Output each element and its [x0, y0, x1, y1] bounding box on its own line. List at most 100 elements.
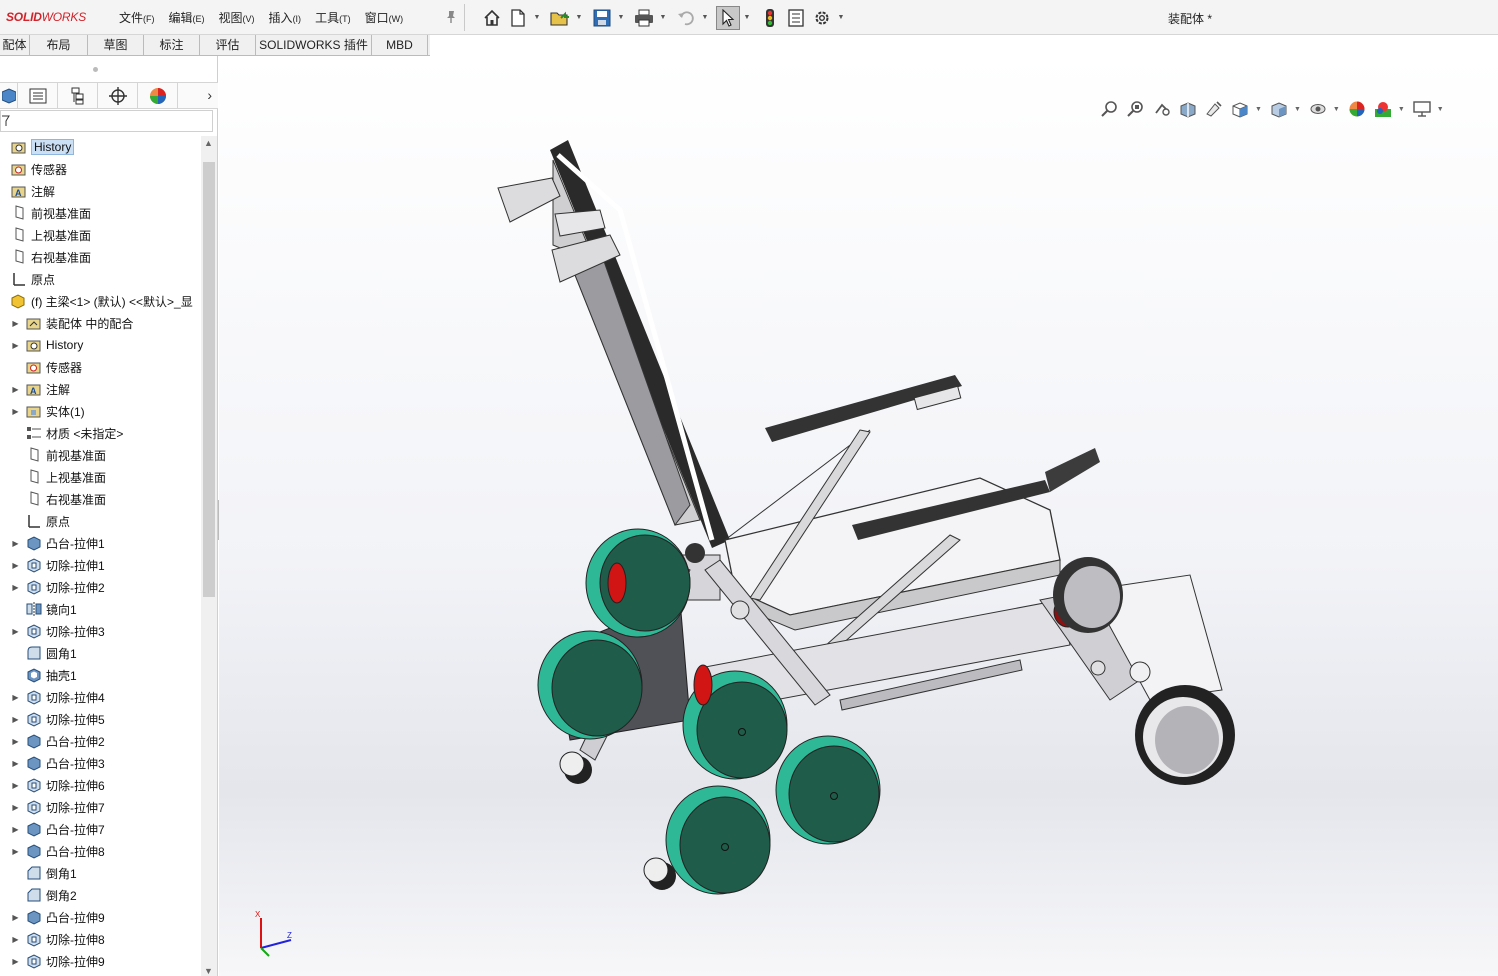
save-icon[interactable]: [590, 6, 614, 30]
expand-arrow-icon[interactable]: ▶: [6, 759, 25, 768]
tree-node[interactable]: 上视基准面: [0, 224, 200, 246]
tree-node[interactable]: (f) 主梁<1> (默认) <<默认>_显: [0, 290, 200, 312]
tree-node[interactable]: ▶ 实体(1): [0, 400, 200, 422]
tree-node[interactable]: ▶ 凸台-拉伸8: [0, 840, 200, 862]
expand-arrow-icon[interactable]: ▶: [6, 803, 25, 812]
display-manager-icon[interactable]: [138, 83, 178, 109]
menu-item[interactable]: 文件(F): [112, 9, 162, 26]
command-tab[interactable]: 草图: [88, 35, 144, 56]
tree-node[interactable]: 原点: [0, 268, 200, 290]
tree-node[interactable]: ▶ 装配体 中的配合: [0, 312, 200, 334]
tree-node[interactable]: ▶ 切除-拉伸3: [0, 620, 200, 642]
save-dropdown-icon[interactable]: ▼: [616, 14, 626, 21]
tree-node[interactable]: ▶ 切除-拉伸5: [0, 708, 200, 730]
tree-node[interactable]: 右视基准面: [0, 246, 200, 268]
tree-node[interactable]: ▶ 切除-拉伸1: [0, 554, 200, 576]
expand-arrow-icon[interactable]: ▶: [6, 407, 25, 416]
open-dropdown-icon[interactable]: ▼: [574, 14, 584, 21]
tree-node[interactable]: ▶ 切除-拉伸9: [0, 950, 200, 972]
tree-node[interactable]: ▶ 切除-拉伸2: [0, 576, 200, 598]
expand-arrow-icon[interactable]: ▶: [6, 781, 25, 790]
configuration-manager-icon[interactable]: [58, 83, 98, 109]
expand-arrow-icon[interactable]: ▶: [6, 825, 25, 834]
expand-arrow-icon[interactable]: ▶: [6, 935, 25, 944]
expand-arrow-icon[interactable]: ▶: [6, 913, 25, 922]
expand-arrow-icon[interactable]: ▶: [6, 319, 25, 328]
new-dropdown-icon[interactable]: ▼: [532, 14, 542, 21]
expand-arrow-icon[interactable]: ▶: [6, 583, 25, 592]
tree-node[interactable]: 倒角2: [0, 884, 200, 906]
command-tab[interactable]: MBD: [372, 35, 428, 56]
options-dropdown-icon[interactable]: ▼: [836, 14, 846, 21]
tree-node[interactable]: 圆角1: [0, 642, 200, 664]
scroll-down-icon[interactable]: ▼: [204, 966, 213, 976]
solidworks-logo[interactable]: SOLIDWORKS: [6, 10, 86, 24]
tree-node[interactable]: 镜向1: [0, 598, 200, 620]
command-tab[interactable]: 标注: [144, 35, 200, 56]
chevron-right-icon[interactable]: ›: [207, 87, 212, 103]
file-properties-icon[interactable]: [784, 6, 808, 30]
expand-arrow-icon[interactable]: ▶: [6, 561, 25, 570]
tree-node[interactable]: 抽壳1: [0, 664, 200, 686]
tree-node[interactable]: 原点: [0, 510, 200, 532]
command-tab[interactable]: SOLIDWORKS 插件: [256, 35, 372, 56]
tree-node[interactable]: ▶ History: [0, 334, 200, 356]
expand-arrow-icon[interactable]: ▶: [6, 385, 25, 394]
open-icon[interactable]: [548, 6, 572, 30]
scroll-up-icon[interactable]: ▲: [204, 138, 213, 148]
menu-item[interactable]: 视图(V): [212, 9, 262, 26]
command-tab[interactable]: 配体: [0, 35, 30, 56]
tree-node[interactable]: ▶ 切除-拉伸7: [0, 796, 200, 818]
tree-node[interactable]: History: [0, 136, 200, 158]
panel-splitter-handle[interactable]: [93, 67, 98, 72]
expand-arrow-icon[interactable]: ▶: [6, 715, 25, 724]
tree-node[interactable]: 前视基准面: [0, 202, 200, 224]
property-manager-icon[interactable]: [18, 83, 58, 109]
menu-item[interactable]: 编辑(E): [162, 9, 212, 26]
wheelchair-model[interactable]: [219, 56, 1498, 976]
tree-node[interactable]: ▶ 凸台-拉伸7: [0, 818, 200, 840]
tree-node[interactable]: ▶ 凸台-拉伸3: [0, 752, 200, 774]
rebuild-icon[interactable]: [758, 6, 782, 30]
expand-arrow-icon[interactable]: ▶: [6, 341, 25, 350]
command-tab[interactable]: 布局: [30, 35, 88, 56]
menu-item[interactable]: 窗口(W): [358, 9, 411, 26]
print-icon[interactable]: [632, 6, 656, 30]
tree-node[interactable]: ▶ 切除-拉伸6: [0, 774, 200, 796]
graphics-viewport[interactable]: ▼ ▼ ▼ ▼ ▼ X Z: [219, 56, 1498, 976]
tree-node[interactable]: ▶ A 注解: [0, 378, 200, 400]
expand-arrow-icon[interactable]: ▶: [6, 627, 25, 636]
tree-node[interactable]: 材质 <未指定>: [0, 422, 200, 444]
tree-node[interactable]: ▶ 凸台-拉伸2: [0, 730, 200, 752]
expand-arrow-icon[interactable]: ▶: [6, 957, 25, 966]
expand-arrow-icon[interactable]: ▶: [6, 737, 25, 746]
tree-node[interactable]: 传感器: [0, 356, 200, 378]
tree-node[interactable]: ▶ 凸台-拉伸1: [0, 532, 200, 554]
tree-node[interactable]: A 注解: [0, 180, 200, 202]
undo-icon[interactable]: [674, 6, 698, 30]
command-tab[interactable]: 评估: [200, 35, 256, 56]
tree-node[interactable]: 传感器: [0, 158, 200, 180]
tree-node[interactable]: ▶ 切除-拉伸8: [0, 928, 200, 950]
scrollbar-thumb[interactable]: [203, 162, 215, 597]
select-icon[interactable]: [716, 5, 740, 30]
pin-icon[interactable]: [444, 10, 458, 24]
menu-item[interactable]: 工具(T): [308, 9, 358, 26]
tree-filter-input[interactable]: [0, 110, 213, 132]
expand-arrow-icon[interactable]: ▶: [6, 693, 25, 702]
tree-node[interactable]: 倒角1: [0, 862, 200, 884]
tree-node[interactable]: 右视基准面: [0, 488, 200, 510]
print-dropdown-icon[interactable]: ▼: [658, 14, 668, 21]
undo-dropdown-icon[interactable]: ▼: [700, 14, 710, 21]
tree-node[interactable]: 前视基准面: [0, 444, 200, 466]
new-document-icon[interactable]: [506, 6, 530, 30]
feature-manager-icon[interactable]: [0, 83, 18, 109]
tree-node[interactable]: ▶ 切除-拉伸4: [0, 686, 200, 708]
options-icon[interactable]: [810, 6, 834, 30]
tree-node[interactable]: 上视基准面: [0, 466, 200, 488]
menu-item[interactable]: 插入(I): [262, 9, 309, 26]
select-dropdown-icon[interactable]: ▼: [742, 14, 752, 21]
dimxpert-icon[interactable]: [98, 83, 138, 109]
expand-arrow-icon[interactable]: ▶: [6, 847, 25, 856]
expand-arrow-icon[interactable]: ▶: [6, 539, 25, 548]
